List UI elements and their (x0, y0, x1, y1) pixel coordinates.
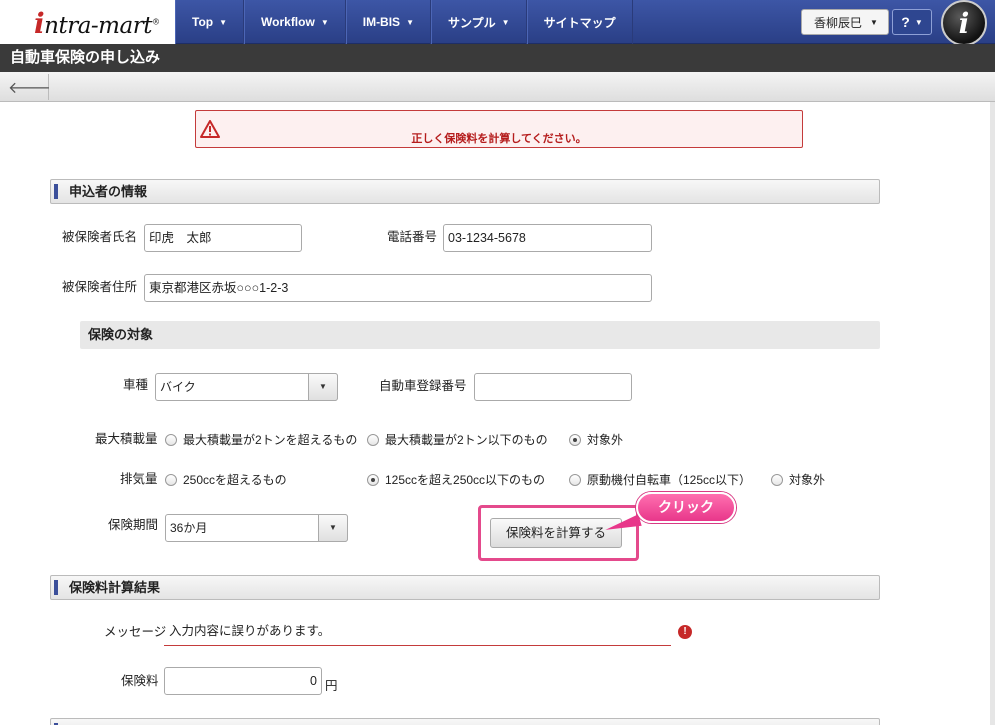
max-load-option-not-applicable[interactable]: 対象外 (569, 431, 623, 448)
message-field: 入力内容に誤りがあります。 (164, 620, 671, 646)
next-section-header (50, 718, 880, 725)
error-icon: ! (678, 625, 692, 639)
insured-address-input[interactable]: 東京都港区赤坂○○○1-2-3 (144, 274, 652, 302)
displacement-option-not-applicable[interactable]: 対象外 (771, 471, 825, 488)
click-callout: クリック (636, 492, 736, 523)
help-menu-button[interactable]: ? ▼ (892, 9, 932, 35)
phone-input[interactable]: 03-1234-5678 (443, 224, 652, 252)
chevron-down-icon[interactable]: ▼ (318, 514, 348, 542)
section-premium-result: 保険料計算結果 (50, 575, 880, 600)
main-menu: Top ▼ Workflow ▼ IM-BIS ▼ サンプル ▼ サイトマップ (175, 0, 633, 44)
radio-button[interactable] (165, 473, 177, 486)
section-insurance-target: 保険の対象 (80, 321, 880, 349)
displacement-option-over-250[interactable]: 250ccを超えるもの (165, 471, 287, 488)
scrollbar[interactable] (990, 102, 995, 725)
intra-mart-logo: intra-mart® (34, 7, 160, 40)
registration-number-input[interactable] (474, 373, 632, 401)
menu-top[interactable]: Top ▼ (175, 0, 245, 44)
chevron-down-icon[interactable]: ▼ (308, 373, 338, 401)
insured-address-label: 被保険者住所 (62, 280, 138, 294)
radio-button-selected[interactable] (367, 473, 379, 486)
page-title: 自動車保険の申し込み (0, 44, 995, 72)
menu-sample[interactable]: サンプル ▼ (431, 0, 527, 44)
menu-sitemap[interactable]: サイトマップ (526, 0, 633, 44)
arrow-left-icon: 🡐 (8, 79, 51, 97)
registration-number-label: 自動車登録番号 (379, 379, 467, 393)
radio-button[interactable] (771, 473, 783, 486)
insurance-period-label: 保険期間 (108, 518, 159, 532)
chevron-down-icon: ▼ (320, 17, 329, 27)
error-banner: 正しく保険料を計算してください。 (195, 110, 803, 148)
chevron-down-icon: ▼ (406, 17, 414, 27)
radio-button-selected[interactable] (569, 433, 581, 446)
top-navigation-bar: intra-mart® Top ▼ Workflow ▼ IM-BIS ▼ サンプル ▼… (0, 0, 995, 46)
chevron-down-icon: ▼ (914, 17, 923, 27)
premium-unit: 円 (325, 679, 338, 693)
vehicle-type-select[interactable]: バイク ▼ (155, 373, 338, 401)
back-button[interactable]: 🡐 (8, 74, 51, 100)
insured-name-label: 被保険者氏名 (62, 230, 138, 244)
chevron-down-icon: ▼ (219, 17, 228, 27)
info-icon[interactable]: i (941, 0, 987, 46)
chevron-down-icon: ▼ (501, 17, 510, 27)
max-load-option-over-2t[interactable]: 最大積載量が2トンを超えるもの (165, 431, 357, 448)
section-applicant-info: 申込者の情報 (50, 179, 880, 204)
insured-name-input[interactable]: 印虎 太郎 (144, 224, 302, 252)
displacement-label: 排気量 (120, 472, 158, 486)
menu-im-bis[interactable]: IM-BIS ▼ (345, 0, 431, 44)
calculate-premium-button[interactable]: 保険料を計算する (490, 518, 622, 548)
user-menu-button[interactable]: 香柳辰巳 ▼ (801, 9, 889, 35)
phone-label: 電話番号 (387, 230, 438, 244)
displacement-option-moped[interactable]: 原動機付自転車（125cc以下） (569, 471, 751, 488)
displacement-option-125-250[interactable]: 125ccを超え250cc以下のもの (367, 471, 545, 488)
menu-workflow[interactable]: Workflow ▼ (244, 0, 346, 44)
radio-button[interactable] (165, 433, 177, 446)
vehicle-type-label: 車種 (123, 378, 149, 392)
premium-field: 0 (164, 667, 322, 695)
page-toolbar: 🡐 (0, 72, 995, 102)
error-message: 正しく保険料を計算してください。 (411, 133, 587, 145)
radio-button[interactable] (569, 473, 581, 486)
max-load-label: 最大積載量 (95, 432, 158, 446)
chevron-down-icon: ▼ (870, 17, 878, 27)
radio-button[interactable] (367, 433, 379, 446)
message-label: メッセージ (104, 625, 167, 639)
insurance-period-select[interactable]: 36か月 ▼ (165, 514, 348, 542)
max-load-option-under-2t[interactable]: 最大積載量が2トン以下のもの (367, 431, 548, 448)
premium-label: 保険料 (121, 674, 159, 688)
logo-area[interactable]: intra-mart® (0, 0, 175, 44)
